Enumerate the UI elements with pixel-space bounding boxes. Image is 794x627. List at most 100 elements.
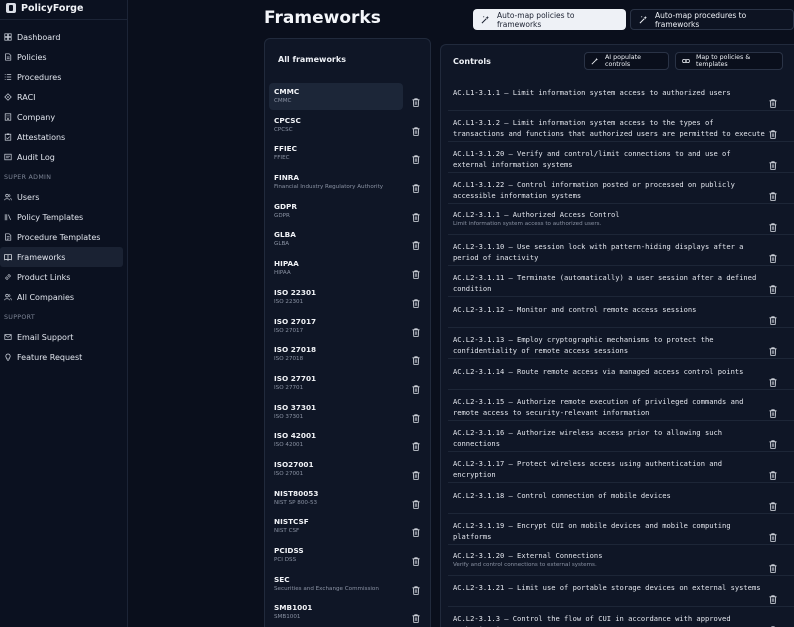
trash-icon[interactable]: [769, 124, 777, 139]
trash-icon[interactable]: [412, 494, 420, 509]
trash-icon[interactable]: [769, 279, 777, 294]
sidebar-item-feature-request[interactable]: Feature Request: [0, 347, 123, 367]
control-item[interactable]: AC.L2-3.1.18 – Control connection of mob…: [448, 483, 794, 514]
trash-icon[interactable]: [769, 372, 777, 387]
sidebar-item-label: Policy Templates: [17, 212, 84, 222]
control-item[interactable]: AC.L1-3.1.2 – Limit information system a…: [448, 111, 794, 142]
control-item[interactable]: AC.L2-3.1.3 – Control the flow of CUI in…: [448, 607, 794, 627]
trash-icon[interactable]: [412, 465, 420, 480]
framework-item[interactable]: CMMC CMMC: [269, 83, 431, 112]
brand[interactable]: PolicyForge: [0, 0, 127, 16]
sidebar-item-frameworks[interactable]: Frameworks: [0, 247, 123, 267]
trash-icon[interactable]: [769, 403, 777, 418]
trash-icon[interactable]: [412, 178, 420, 193]
trash-icon[interactable]: [412, 551, 420, 566]
sidebar-item-all-companies[interactable]: All Companies: [0, 287, 123, 307]
control-item[interactable]: AC.L2-3.1.1 – Authorized Access Control L…: [448, 204, 794, 235]
sidebar-item-company[interactable]: Company: [0, 107, 123, 127]
ai-populate-controls-button[interactable]: AI populate controls: [584, 52, 669, 70]
sidebar-item-product-links[interactable]: Product Links: [0, 267, 123, 287]
sidebar-item-policies[interactable]: Policies: [0, 47, 123, 67]
control-item[interactable]: AC.L2-3.1.15 – Authorize remote executio…: [448, 390, 794, 421]
control-item[interactable]: AC.L1-3.1.22 – Control information poste…: [448, 173, 794, 204]
sidebar-item-email-support[interactable]: Email Support: [0, 327, 123, 347]
framework-item[interactable]: NISTCSF NIST CSF: [269, 513, 431, 542]
control-item[interactable]: AC.L2-3.1.20 – External Connections Verif…: [448, 545, 794, 576]
framework-item[interactable]: ISO 22301 ISO 22301: [269, 284, 431, 313]
trash-icon[interactable]: [412, 121, 420, 136]
trash-icon[interactable]: [412, 350, 420, 365]
trash-icon[interactable]: [769, 155, 777, 170]
sidebar-item-procedures[interactable]: Procedures: [0, 67, 123, 87]
control-item[interactable]: AC.L1-3.1.20 – Verify and control/limit …: [448, 142, 794, 173]
trash-icon[interactable]: [412, 149, 420, 165]
framework-item[interactable]: NIST80053 NIST SP 800-53: [269, 485, 431, 514]
framework-item[interactable]: ISO 42001 ISO 42001: [269, 427, 431, 456]
control-item[interactable]: AC.L1-3.1.1 – Limit information system a…: [448, 80, 794, 111]
framework-item[interactable]: ISO27001 ISO 27001: [269, 456, 431, 485]
framework-item[interactable]: HIPAA HIPAA: [269, 255, 431, 284]
trash-icon[interactable]: [769, 527, 777, 542]
trash-icon[interactable]: [769, 248, 777, 263]
control-text: AC.L2-3.1.13 – Employ cryptographic mech…: [453, 335, 718, 355]
trash-icon[interactable]: [412, 580, 420, 595]
framework-item[interactable]: GLBA GLBA: [269, 226, 431, 255]
trash-icon[interactable]: [412, 207, 420, 222]
control-item[interactable]: AC.L2-3.1.14 – Route remote access via m…: [448, 359, 794, 390]
framework-item[interactable]: SMB1001 SMB1001: [269, 599, 431, 627]
control-item[interactable]: AC.L2-3.1.16 – Authorize wireless access…: [448, 421, 794, 452]
framework-item[interactable]: ISO 27018 ISO 27018: [269, 341, 431, 370]
control-item[interactable]: AC.L2-3.1.10 – Use session lock with pat…: [448, 235, 794, 266]
trash-icon[interactable]: [769, 217, 777, 232]
framework-item[interactable]: ISO 37301 ISO 37301: [269, 399, 431, 428]
trash-icon[interactable]: [412, 92, 420, 107]
framework-item[interactable]: GDPR GDPR: [269, 198, 431, 227]
trash-icon[interactable]: [769, 434, 777, 449]
control-item[interactable]: AC.L2-3.1.11 – Terminate (automatically)…: [448, 266, 794, 297]
trash-icon[interactable]: [412, 293, 420, 308]
sidebar-item-raci[interactable]: RACI: [0, 87, 123, 107]
trash-icon[interactable]: [412, 436, 420, 452]
framework-item[interactable]: ISO 27701 ISO 27701: [269, 370, 431, 399]
sidebar-item-attestations[interactable]: Attestations: [0, 127, 123, 147]
control-item[interactable]: AC.L2-3.1.21 – Limit use of portable sto…: [448, 576, 794, 607]
framework-item[interactable]: ISO 27017 ISO 27017: [269, 313, 431, 342]
automap-policies-button[interactable]: Auto-map policies to frameworks: [473, 9, 626, 30]
trash-icon[interactable]: [769, 558, 777, 573]
control-item[interactable]: AC.L2-3.1.19 – Encrypt CUI on mobile dev…: [448, 514, 794, 545]
sidebar-item-procedure-templates[interactable]: Procedure Templates: [0, 227, 123, 247]
trash-icon[interactable]: [769, 496, 777, 511]
trash-icon[interactable]: [769, 93, 777, 108]
framework-item[interactable]: FINRA Financial Industry Regulatory Autho…: [269, 169, 431, 198]
trash-icon[interactable]: [412, 379, 420, 394]
map-to-policies-button[interactable]: Map to policies & templates: [675, 52, 783, 70]
trash-icon[interactable]: [412, 608, 420, 624]
framework-item[interactable]: SEC Securities and Exchange Commission: [269, 571, 431, 600]
trash-icon[interactable]: [769, 341, 777, 356]
sidebar-item-dashboard[interactable]: Dashboard: [0, 27, 123, 47]
trash-icon[interactable]: [769, 465, 777, 480]
trash-icon[interactable]: [769, 186, 777, 201]
control-item[interactable]: AC.L2-3.1.13 – Employ cryptographic mech…: [448, 328, 794, 359]
trash-icon[interactable]: [412, 522, 420, 538]
trash-icon[interactable]: [769, 310, 777, 325]
framework-item[interactable]: CPCSC CPCSC: [269, 112, 431, 141]
framework-item[interactable]: PCIDSS PCI DSS: [269, 542, 431, 571]
framework-item[interactable]: FFIEC FFIEC: [269, 140, 431, 169]
document-icon: [4, 53, 12, 61]
automap-procedures-button[interactable]: Auto-map procedures to frameworks: [630, 9, 794, 30]
sidebar-item-audit-log[interactable]: Audit Log: [0, 147, 123, 167]
control-item[interactable]: AC.L2-3.1.12 – Monitor and control remot…: [448, 297, 794, 328]
sidebar-section-label: SUPPORT: [4, 314, 36, 321]
control-item[interactable]: AC.L2-3.1.17 – Protect wireless access u…: [448, 452, 794, 483]
framework-name: HIPAA: [274, 259, 299, 269]
sidebar-item-policy-templates[interactable]: Policy Templates: [0, 207, 123, 227]
trash-icon[interactable]: [412, 235, 420, 251]
sidebar-item-users[interactable]: Users: [0, 187, 123, 207]
trash-icon[interactable]: [412, 264, 420, 279]
trash-icon[interactable]: [769, 620, 777, 627]
trash-icon[interactable]: [412, 322, 420, 337]
trash-icon[interactable]: [769, 589, 777, 604]
framework-subtitle: NIST SP 800-53: [274, 499, 318, 506]
trash-icon[interactable]: [412, 408, 420, 423]
